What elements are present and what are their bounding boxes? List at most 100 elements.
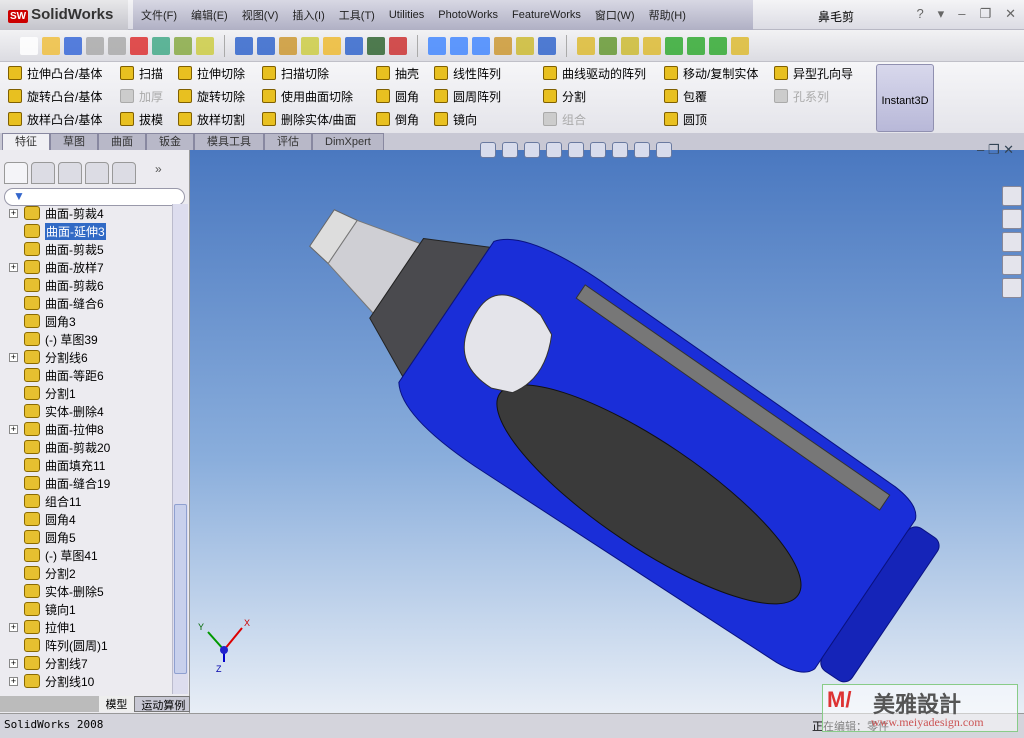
expand-icon[interactable]: + bbox=[9, 658, 18, 668]
display-manager-tab-icon[interactable] bbox=[112, 162, 136, 184]
tree-nav-arrows[interactable] bbox=[0, 696, 99, 712]
toolbar-button-icon[interactable] bbox=[279, 36, 297, 55]
menu-item[interactable]: 窗口(W) bbox=[595, 7, 635, 23]
toolbar-button-icon[interactable] bbox=[450, 36, 468, 55]
toolbar-button-icon[interactable] bbox=[665, 36, 683, 55]
toolbar-button-icon[interactable] bbox=[323, 36, 341, 55]
tree-scrollbar[interactable] bbox=[172, 204, 188, 694]
toolbar-button-icon[interactable] bbox=[196, 36, 214, 55]
tree-node[interactable]: 实体-删除4 bbox=[0, 402, 172, 420]
toolbar-button-icon[interactable] bbox=[86, 36, 104, 55]
window-button[interactable]: ❐ bbox=[979, 6, 991, 22]
toolbar-button-icon[interactable] bbox=[108, 36, 126, 55]
tree-node[interactable]: 曲面-缝合19 bbox=[0, 474, 172, 492]
tree-node[interactable]: 分割1 bbox=[0, 384, 172, 402]
command-button[interactable]: 倒角 bbox=[376, 110, 419, 128]
tree-node[interactable]: + 分割线7 bbox=[0, 654, 172, 672]
command-button[interactable]: 移动/复制实体 bbox=[664, 64, 758, 82]
tab-4[interactable]: 模具工具 bbox=[194, 133, 264, 150]
tree-node[interactable]: 曲面-剪裁5 bbox=[0, 240, 172, 258]
tree-node[interactable]: 圆角3 bbox=[0, 312, 172, 330]
expand-icon[interactable]: + bbox=[9, 676, 18, 686]
toolbar-button-icon[interactable] bbox=[599, 36, 617, 55]
solidworks-logo[interactable]: SW SolidWorks bbox=[0, 0, 128, 30]
toolbar-button-icon[interactable] bbox=[538, 36, 556, 55]
command-button[interactable]: 组合 bbox=[543, 110, 646, 128]
window-button[interactable]: ✕ bbox=[1005, 6, 1016, 22]
window-button[interactable]: ? bbox=[916, 6, 923, 22]
tree-node[interactable]: 曲面-缝合6 bbox=[0, 294, 172, 312]
window-button[interactable]: – bbox=[958, 6, 965, 22]
tree-node[interactable]: + 拉伸1 bbox=[0, 618, 172, 636]
command-button[interactable]: 抽壳 bbox=[376, 64, 419, 82]
tree-node[interactable]: 曲面-剪裁20 bbox=[0, 438, 172, 456]
scroll-thumb[interactable] bbox=[174, 504, 187, 674]
menu-item[interactable]: Utilities bbox=[389, 9, 424, 21]
expand-chevron-icon[interactable]: » bbox=[155, 162, 162, 184]
toolbar-button-icon[interactable] bbox=[152, 36, 170, 55]
command-button[interactable]: 删除实体/曲面 bbox=[262, 110, 356, 128]
expand-icon[interactable]: + bbox=[9, 208, 18, 218]
toolbar-button-icon[interactable] bbox=[130, 36, 148, 55]
command-button[interactable]: 扫描 bbox=[120, 64, 163, 82]
tab-1[interactable]: 草图 bbox=[50, 133, 98, 150]
tree-node[interactable]: + 分割线6 bbox=[0, 348, 172, 366]
tab-motion-study[interactable]: 运动算例 1 bbox=[134, 696, 190, 725]
tree-node[interactable]: + 曲面-拉伸8 bbox=[0, 420, 172, 438]
command-button[interactable]: 圆周阵列 bbox=[434, 87, 501, 105]
tree-node[interactable]: 圆角5 bbox=[0, 528, 172, 546]
toolbar-button-icon[interactable] bbox=[643, 36, 661, 55]
feature-tree-tab-icon[interactable] bbox=[4, 162, 28, 184]
window-button[interactable]: ▾ bbox=[938, 6, 945, 22]
tab-2[interactable]: 曲面 bbox=[98, 133, 146, 150]
toolbar-button-icon[interactable] bbox=[42, 36, 60, 55]
menu-item[interactable]: 编辑(E) bbox=[191, 7, 228, 23]
toolbar-button-icon[interactable] bbox=[577, 36, 595, 55]
menu-item[interactable]: 文件(F) bbox=[141, 7, 177, 23]
configuration-tab-icon[interactable] bbox=[58, 162, 82, 184]
command-button[interactable]: 放样凸台/基体 bbox=[8, 110, 102, 128]
command-button[interactable]: 线性阵列 bbox=[434, 64, 501, 82]
toolbar-button-icon[interactable] bbox=[174, 36, 192, 55]
toolbar-button-icon[interactable] bbox=[516, 36, 534, 55]
dimxpert-tab-icon[interactable] bbox=[85, 162, 109, 184]
toolbar-button-icon[interactable] bbox=[428, 36, 446, 55]
tree-node[interactable]: 组合11 bbox=[0, 492, 172, 510]
command-button[interactable]: 圆顶 bbox=[664, 110, 758, 128]
toolbar-button-icon[interactable] bbox=[20, 36, 38, 55]
expand-icon[interactable]: + bbox=[9, 424, 18, 434]
tree-node[interactable]: 阵列(圆周)1 bbox=[0, 636, 172, 654]
tree-node[interactable]: + 曲面-放样7 bbox=[0, 258, 172, 276]
tree-node[interactable]: 分割2 bbox=[0, 564, 172, 582]
tree-node[interactable]: 镜向1 bbox=[0, 600, 172, 618]
instant3d-button[interactable]: Instant3D bbox=[876, 64, 934, 132]
menu-item[interactable]: PhotoWorks bbox=[438, 9, 498, 21]
menu-item[interactable]: 插入(I) bbox=[292, 7, 324, 23]
command-button[interactable]: 旋转凸台/基体 bbox=[8, 87, 102, 105]
command-button[interactable]: 拔模 bbox=[120, 110, 163, 128]
tab-3[interactable]: 钣金 bbox=[146, 133, 194, 150]
expand-icon[interactable]: + bbox=[9, 262, 18, 272]
tree-node[interactable]: 曲面-等距6 bbox=[0, 366, 172, 384]
toolbar-button-icon[interactable] bbox=[367, 36, 385, 55]
toolbar-button-icon[interactable] bbox=[494, 36, 512, 55]
toolbar-button-icon[interactable] bbox=[235, 36, 253, 55]
toolbar-button-icon[interactable] bbox=[301, 36, 319, 55]
command-button[interactable]: 孔系列 bbox=[774, 87, 853, 105]
menu-item[interactable]: 视图(V) bbox=[242, 7, 279, 23]
toolbar-button-icon[interactable] bbox=[687, 36, 705, 55]
command-button[interactable]: 镜向 bbox=[434, 110, 501, 128]
tree-node[interactable]: + 分割线10 bbox=[0, 672, 172, 690]
tree-node[interactable]: (-) 草图41 bbox=[0, 546, 172, 564]
tree-node[interactable]: 圆角4 bbox=[0, 510, 172, 528]
toolbar-button-icon[interactable] bbox=[621, 36, 639, 55]
tree-node[interactable]: 曲面填充11 bbox=[0, 456, 172, 474]
toolbar-button-icon[interactable] bbox=[731, 36, 749, 55]
menu-item[interactable]: FeatureWorks bbox=[512, 9, 581, 21]
tab-model[interactable]: 模型 bbox=[98, 696, 135, 712]
command-button[interactable]: 加厚 bbox=[120, 87, 163, 105]
command-button[interactable]: 旋转切除 bbox=[178, 87, 245, 105]
tab-0[interactable]: 特征 bbox=[2, 133, 50, 150]
command-button[interactable]: 包覆 bbox=[664, 87, 758, 105]
toolbar-button-icon[interactable] bbox=[345, 36, 363, 55]
